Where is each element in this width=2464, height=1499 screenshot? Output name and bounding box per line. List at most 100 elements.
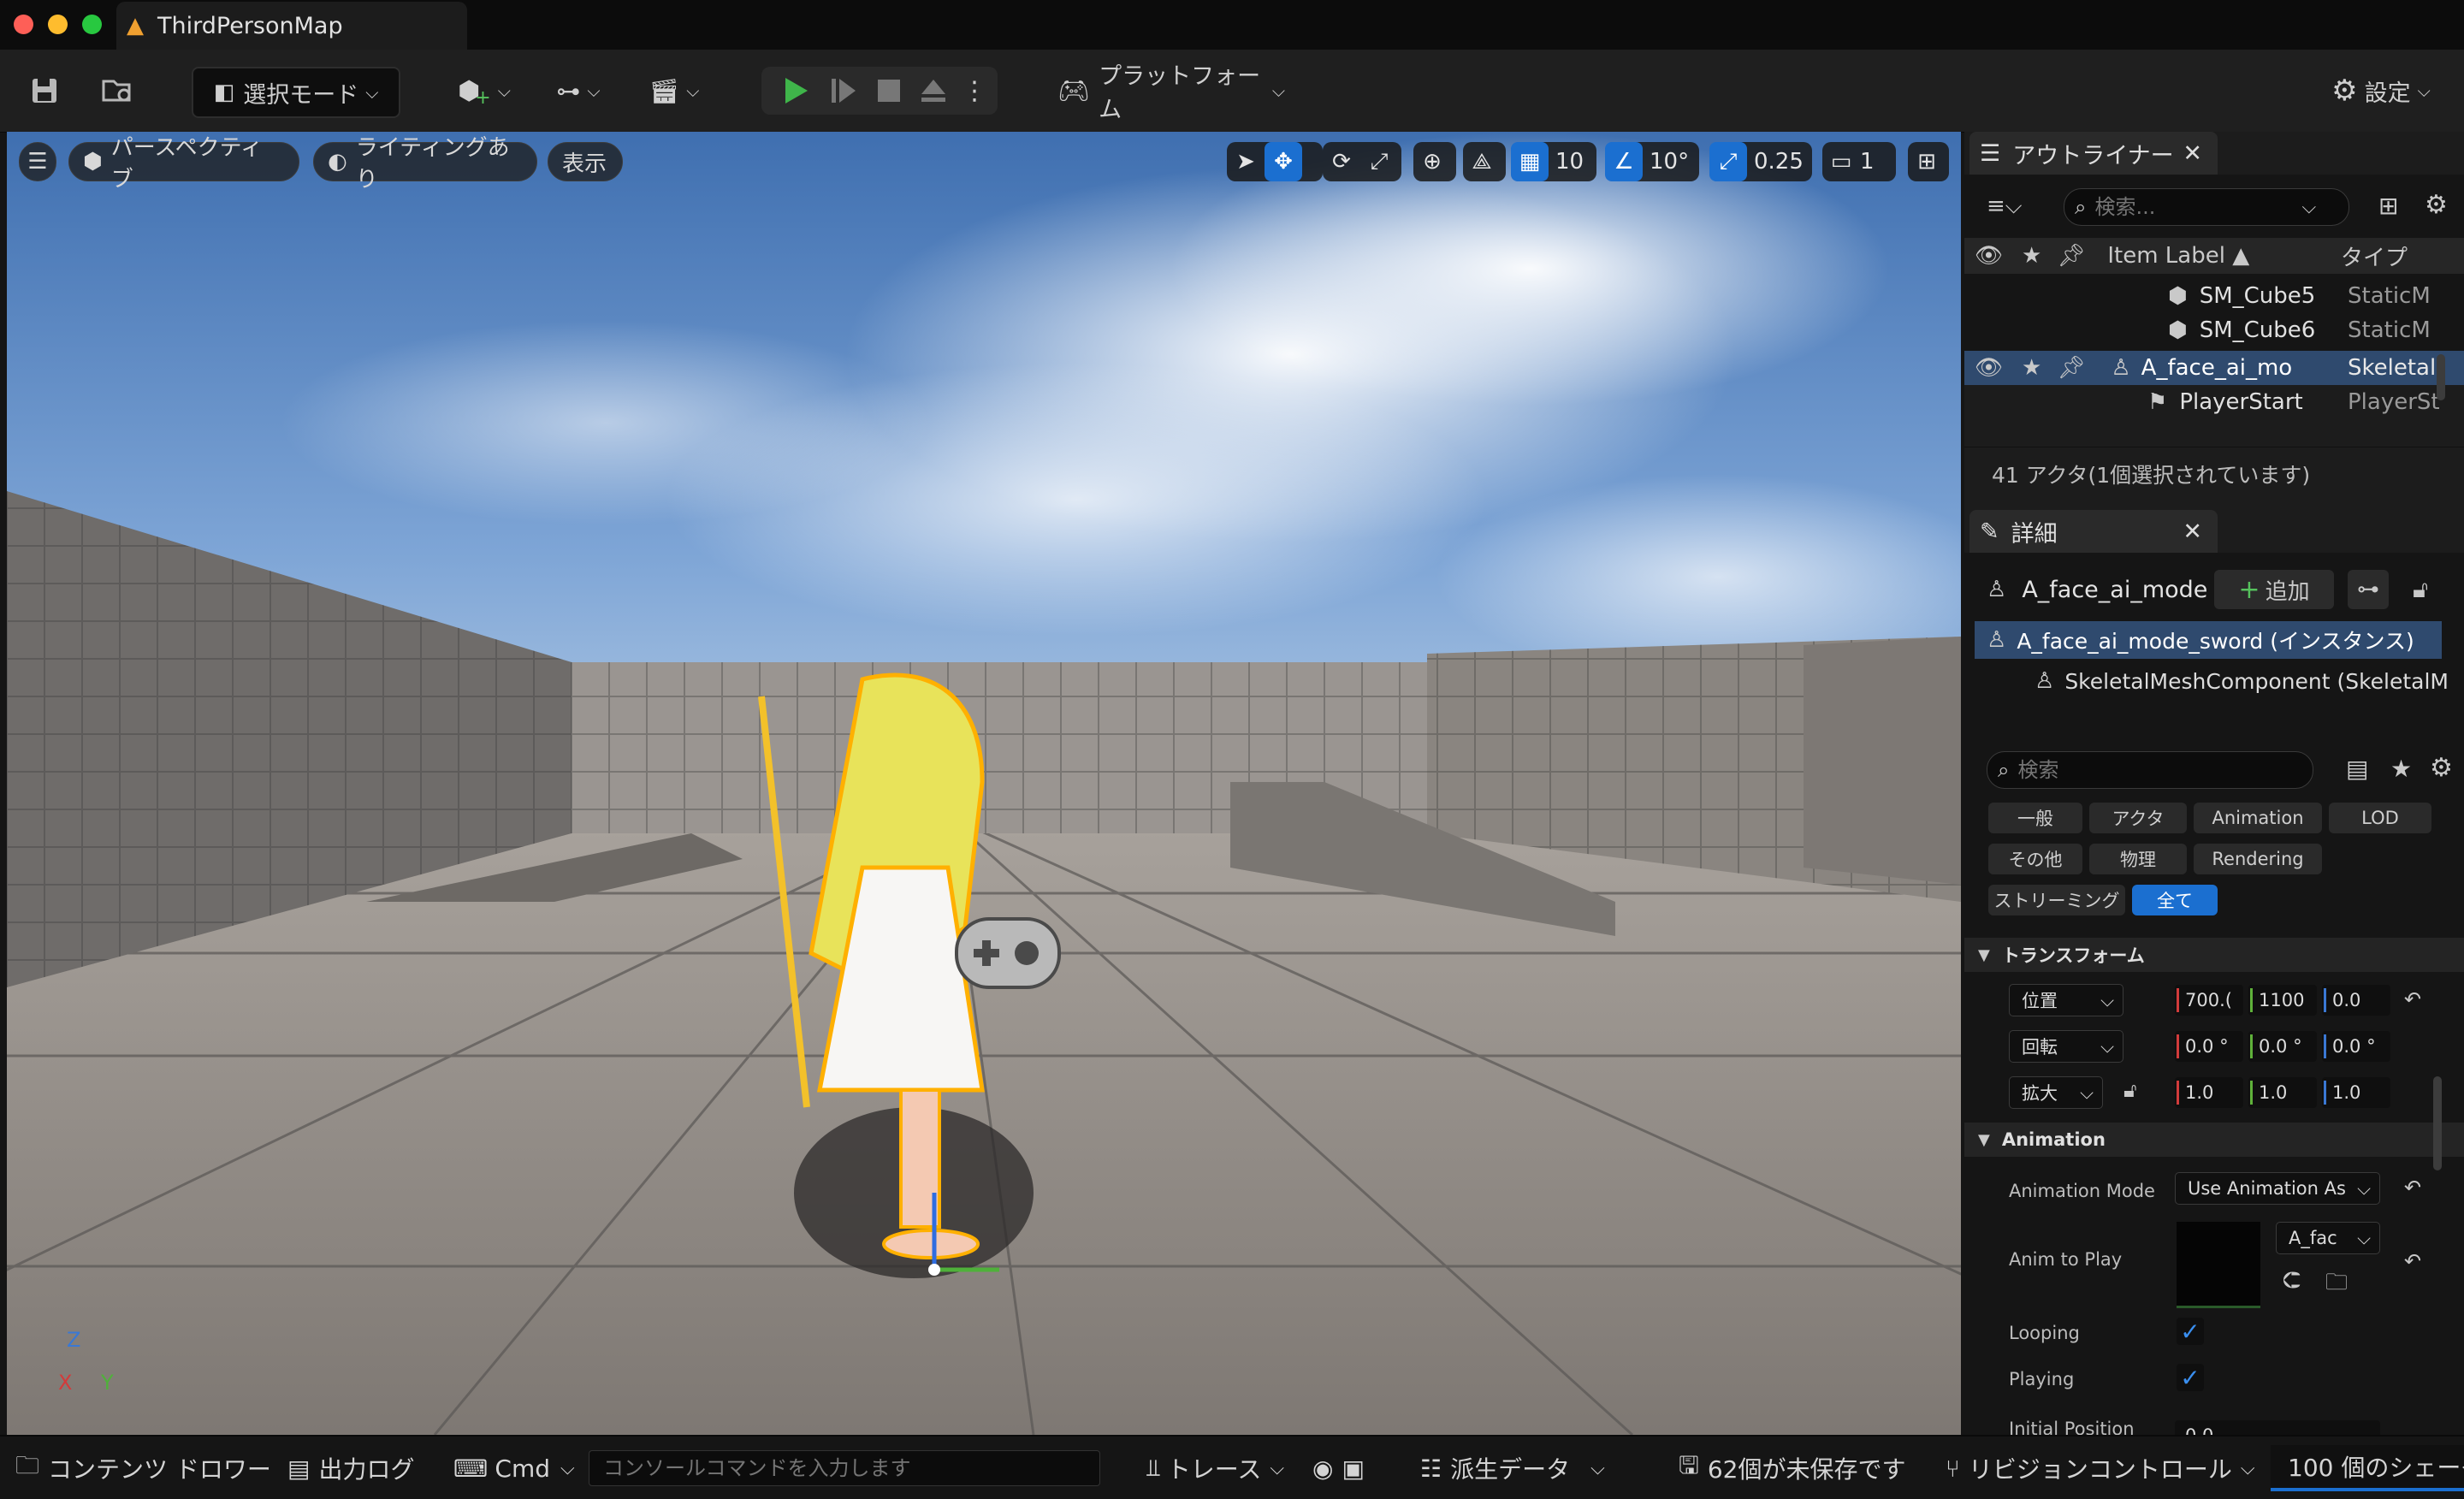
browse-button[interactable] [94,67,142,115]
zoom-window-button[interactable] [82,15,102,34]
blueprint-convert-button[interactable]: ⊶ [2348,570,2389,609]
revision-control-dropdown[interactable]: ⑂ リビジョンコントロール ⌵ [1946,1449,2255,1488]
lighting-dropdown[interactable]: ◐ ライティングあり [313,135,537,193]
add-actor-button[interactable]: ⬢ + ⌵ [450,67,518,115]
filter-general[interactable]: 一般 [1988,803,2082,833]
gear-icon[interactable]: ⚙ [2430,753,2453,783]
close-icon[interactable]: ✕ [2183,518,2202,545]
transform-section-header[interactable]: ▼ トランスフォーム [1964,938,2464,972]
filter-streaming[interactable]: ストリーミング [1988,885,2125,915]
eye-icon[interactable]: 👁︎ [1975,243,2003,269]
outliner-row[interactable]: ⚑ PlayerStart PlayerSt [1964,385,2464,419]
platform-dropdown[interactable]: 🎮︎ プラットフォーム ⌵ [1057,63,1285,123]
filter-actor[interactable]: アクタ [2089,803,2187,833]
scale-y-input[interactable]: 1.0 [2248,1077,2317,1108]
gear-icon[interactable]: ⚙ [2425,190,2448,220]
unsaved-button[interactable]: 🖫︎ 62個が未保存です [1679,1449,1906,1488]
filter-lod[interactable]: LOD [2329,803,2431,833]
grid-snap-toggle[interactable]: ▦ [1511,142,1549,181]
screenshot-icon[interactable]: ▣ [1342,1455,1364,1483]
scale-z-input[interactable]: 1.0 [2322,1077,2390,1108]
add-component-button[interactable]: + 追加 [2214,570,2334,609]
location-mode-dropdown[interactable]: 位置 ⌵ [2009,984,2123,1016]
filter-all[interactable]: 全て [2132,885,2218,915]
details-search[interactable]: ⌕ [1987,751,2313,789]
outliner-search[interactable]: ⌕ ⌵ [2064,188,2349,226]
looping-checkbox[interactable]: ✓ [2177,1318,2204,1346]
rotation-y-input[interactable]: 0.0 ° [2248,1031,2317,1062]
filter-icon[interactable]: ≡⌵ [1987,193,2023,220]
rotation-z-input[interactable]: 0.0 ° [2322,1031,2390,1062]
component-row[interactable]: ♙ SkeletalMeshComponent (SkeletalM [1964,662,2464,700]
component-instance-row[interactable]: ♙ A_face_ai_mode_sword (インスタンス) [1975,621,2442,659]
settings-dropdown[interactable]: ⚙ 設定 ⌵ [2317,67,2445,115]
reset-icon[interactable]: ↶ [2404,1176,2421,1200]
console-input-wrap[interactable] [589,1450,1100,1486]
animation-section-header[interactable]: ▼ Animation [1964,1123,2464,1157]
rotation-snap-toggle[interactable]: ∠ [1605,142,1643,181]
more-options-icon[interactable]: ⋮ [962,76,987,106]
scale-mode-dropdown[interactable]: 拡大 ⌵ [2009,1076,2103,1109]
star-icon[interactable]: ★ [2390,755,2412,783]
chevron-down-icon[interactable]: ⌵ [2301,197,2316,218]
insights-buttons[interactable]: ◉ ▣ [1312,1449,1365,1488]
grid-snap[interactable]: ▦ 10 [1511,142,1596,181]
coordinate-space-button[interactable]: ⊕ [1413,142,1456,181]
cmd-dropdown[interactable]: ⌨ Cmd ⌵ [453,1449,575,1488]
level-viewport[interactable]: ☰ ⬢ パースペクティブ ◐ ライティングあり 表示 ➤ ✥ ⟳ ⤢ ⊕ ⟁ ▦ 1… [7,132,1961,1435]
select-tool[interactable]: ➤ [1227,142,1265,181]
save-button[interactable] [21,67,68,115]
anim-thumbnail[interactable] [2177,1222,2260,1308]
cinematics-button[interactable]: 🎬︎ ⌵ [640,67,708,115]
use-selected-icon[interactable]: ⮈ [2283,1266,2301,1295]
reset-icon[interactable]: ↶ [2404,987,2421,1011]
outliner-search-input[interactable] [2093,194,2302,220]
rotation-x-input[interactable]: 0.0 ° [2175,1031,2243,1062]
pin-icon[interactable]: 📌︎ [2057,355,2085,381]
camera-speed-toggle[interactable]: ▭ [1822,142,1860,181]
surface-snap-button[interactable]: ⟁ [1463,142,1506,181]
outliner-row[interactable]: ⬢ SM_Cube6 StaticM [1964,313,2464,347]
content-drawer-button[interactable]: 🗀︎ コンテンツ ドロワー [15,1449,271,1488]
col-item-label[interactable]: Item Label ▲ [2107,243,2249,269]
stop-icon[interactable] [876,78,902,104]
blueprint-button[interactable]: ⊶ ⌵ [544,67,613,115]
derived-data-dropdown[interactable]: ☷ 派生データ ⌵ [1420,1449,1605,1488]
perspective-dropdown[interactable]: ⬢ パースペクティブ [68,135,299,193]
outliner-scrollbar[interactable] [2437,354,2445,400]
location-y-input[interactable]: 1100 [2248,985,2317,1016]
outliner-row-selected[interactable]: 👁︎ ★ 📌︎ ♙ A_face_ai_mo Skeletal [1964,351,2464,385]
translate-tool[interactable]: ✥ [1265,142,1302,181]
scale-tool[interactable]: ⤢ [1360,142,1398,181]
show-dropdown[interactable]: 表示 [548,142,623,181]
viewport-menu-button[interactable]: ☰ [19,142,56,181]
trace-dropdown[interactable]: ⫫ トレース ⌵ [1146,1449,1284,1488]
eye-icon[interactable]: 👁︎ [1975,355,2003,381]
outliner-row[interactable]: ⬢ SM_Cube5 StaticM [1964,279,2464,313]
lock-icon[interactable]: 🔓︎ [2123,1078,2137,1102]
browse-asset-icon[interactable]: 🗀︎ [2325,1266,2348,1304]
scale-snap[interactable]: ⤢ 0.25 [1709,142,1812,181]
output-log-button[interactable]: ▤ 出力ログ [287,1449,414,1488]
initial-position-input[interactable]: 0.0 [2175,1420,2380,1435]
filter-other[interactable]: その他 [1988,844,2082,874]
details-scrollbar[interactable] [2433,1076,2442,1170]
close-icon[interactable]: ✕ [2183,140,2202,167]
layout-button[interactable]: ⊞ [1908,142,1949,181]
scale-x-input[interactable]: 1.0 [2175,1077,2243,1108]
minimize-window-button[interactable] [48,15,68,34]
anim-mode-dropdown[interactable]: Use Animation Ass ⌵ [2175,1172,2380,1205]
tab-details[interactable]: ✎ 詳細 ✕ [1969,510,2218,553]
scale-snap-toggle[interactable]: ⤢ [1709,142,1747,181]
step-icon[interactable] [828,75,859,106]
pin-icon[interactable]: 📌︎ [2057,243,2085,269]
star-icon[interactable]: ★ [2022,355,2041,381]
actor-name[interactable]: A_face_ai_mode [2022,577,2207,603]
close-window-button[interactable] [14,15,33,34]
location-z-input[interactable]: 0.0 [2322,985,2390,1016]
col-type[interactable]: タイプ [2341,240,2408,272]
record-icon[interactable]: ◉ [1312,1455,1333,1483]
add-folder-icon[interactable]: ⊞ [2378,192,2398,220]
console-command-input[interactable] [601,1455,1093,1481]
lock-icon[interactable]: 🔓︎ [2413,575,2428,604]
